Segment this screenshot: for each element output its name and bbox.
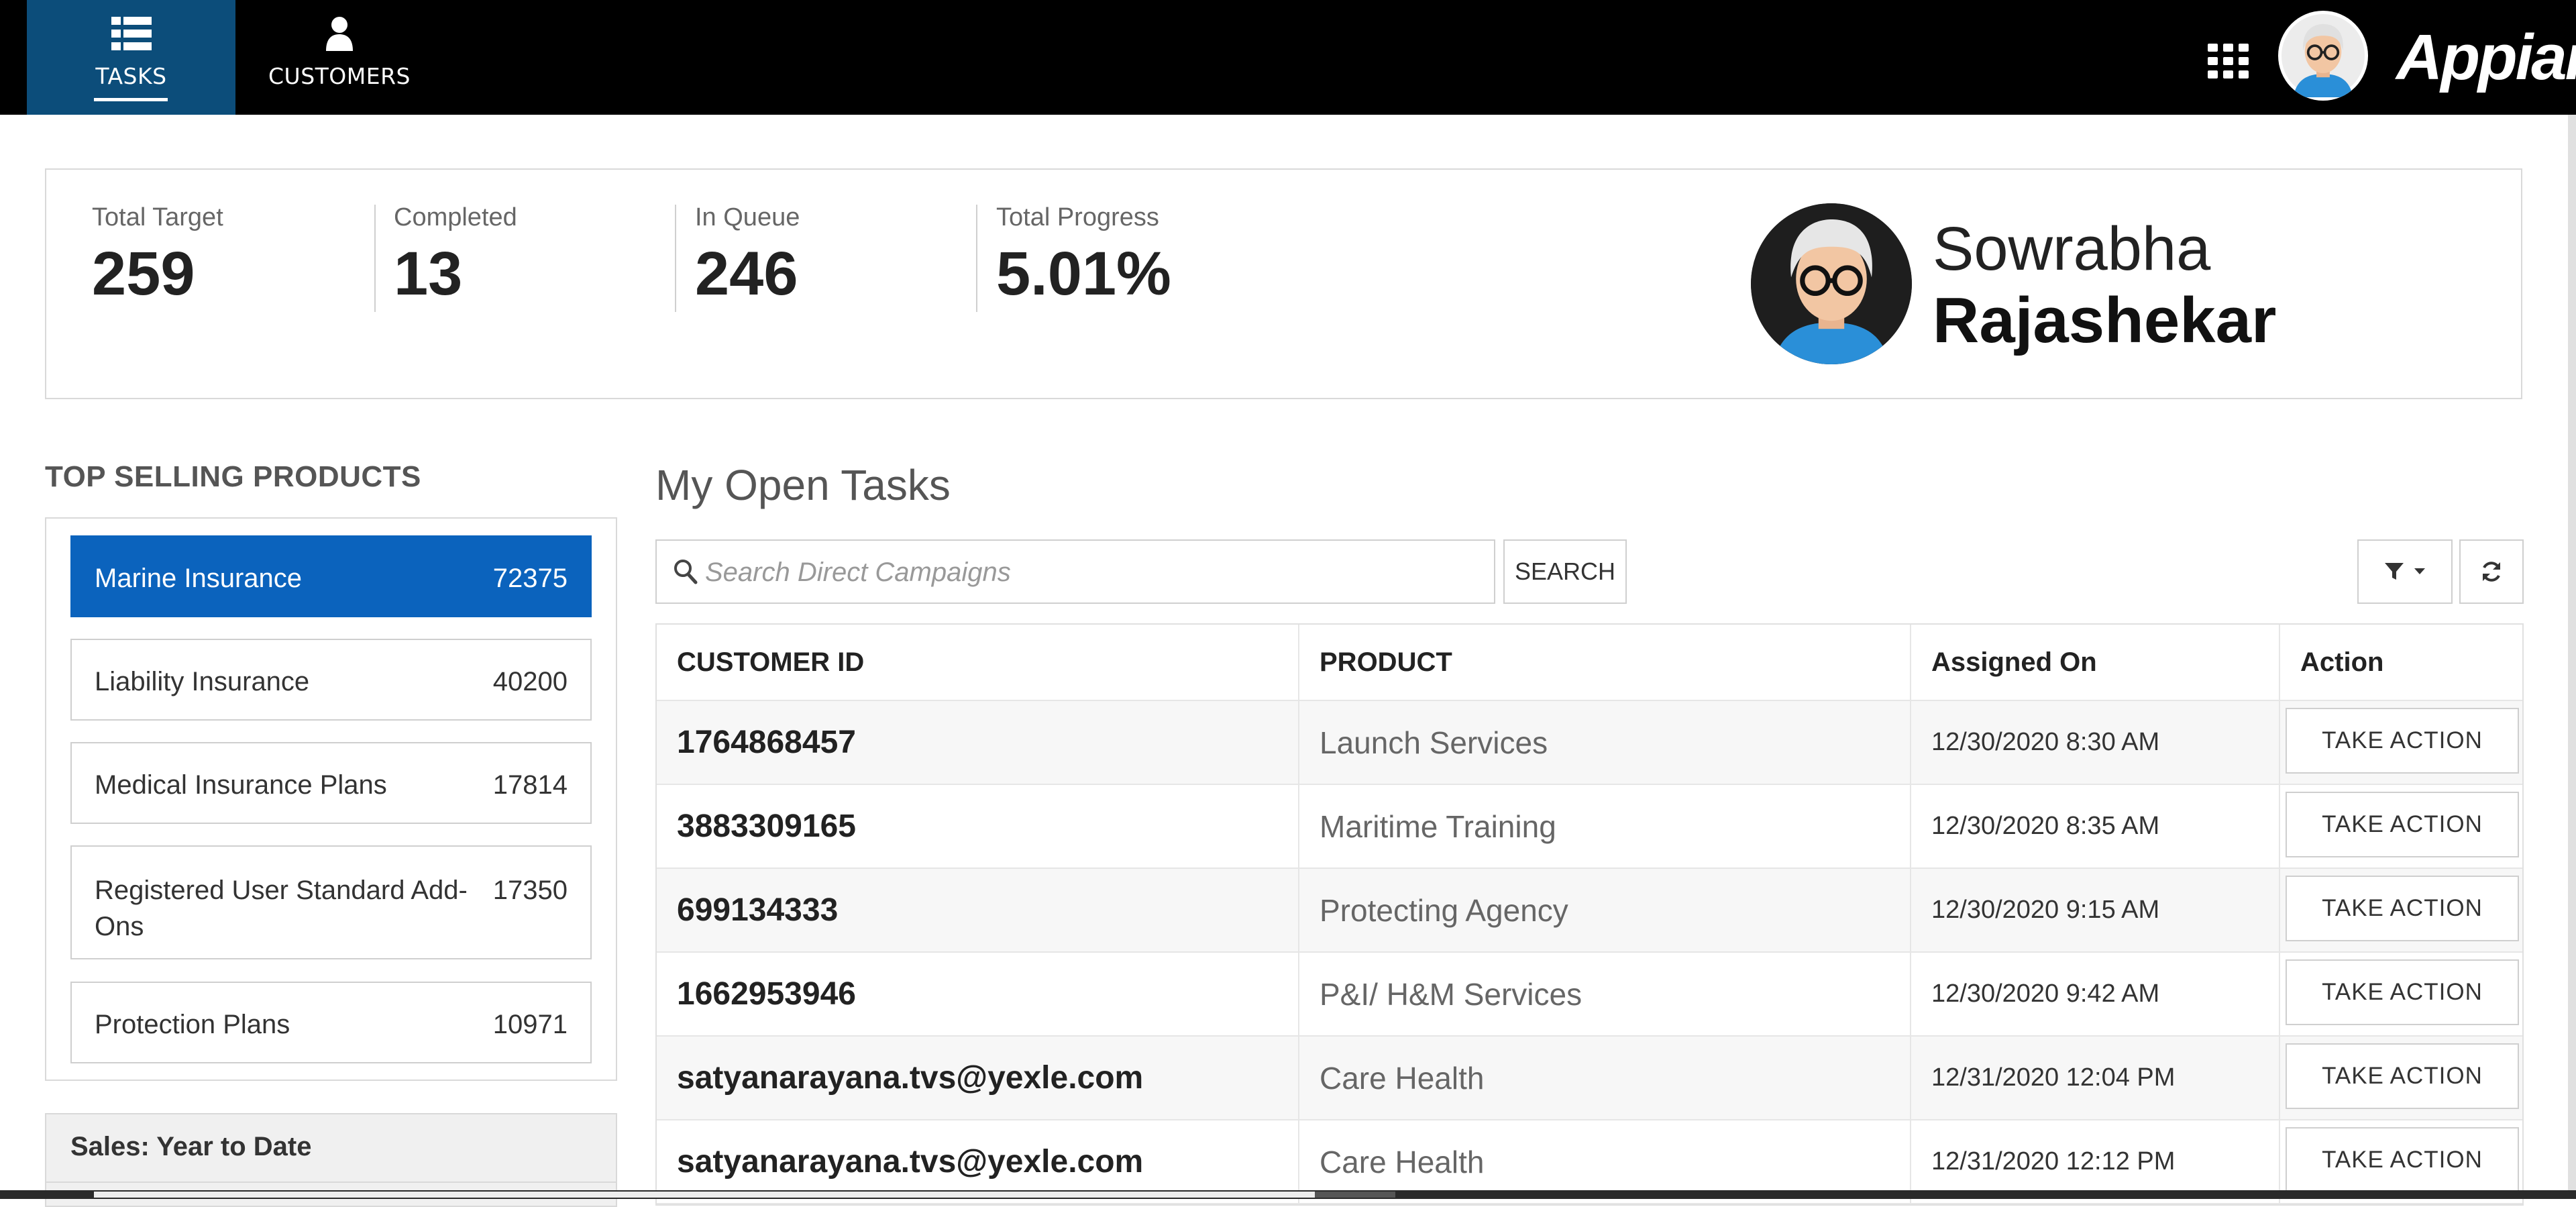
- assigned-on-cell: 12/30/2020 8:35 AM: [1911, 785, 2280, 868]
- search-button[interactable]: SEARCH: [1503, 539, 1627, 604]
- customer-id-cell: satyanarayana.tvs@yexle.com: [657, 1037, 1299, 1119]
- scrollbar-thumb[interactable]: [94, 1192, 1315, 1198]
- profile-avatar: [1751, 203, 1912, 364]
- product-value: 17350: [492, 876, 568, 905]
- take-action-button[interactable]: TAKE ACTION: [2286, 708, 2519, 774]
- active-tab-indicator: [94, 98, 168, 101]
- filter-icon: [2385, 563, 2404, 580]
- product-item-protection-plans[interactable]: Protection Plans 10971: [70, 982, 592, 1063]
- assigned-on-cell: 12/31/2020 12:04 PM: [1911, 1037, 2280, 1119]
- product-value: 40200: [492, 667, 568, 696]
- tab-customers-label: CUSTOMERS: [268, 63, 411, 89]
- product-item-medical-insurance-plans[interactable]: Medical Insurance Plans 17814: [70, 742, 592, 824]
- stat-total-progress: Total Progress 5.01%: [996, 203, 1171, 311]
- product-value: 10971: [492, 1010, 568, 1039]
- assigned-on-cell: 12/30/2020 9:15 AM: [1911, 869, 2280, 951]
- stat-total-target: Total Target 259: [92, 203, 223, 311]
- tab-tasks[interactable]: TASKS: [27, 0, 235, 115]
- horizontal-scrollbar[interactable]: [0, 1190, 2576, 1199]
- product-cell: P&I/ H&M Services: [1299, 953, 1911, 1035]
- appian-logo[interactable]: Appian: [2396, 17, 2576, 98]
- table-header-row: CUSTOMER ID PRODUCT Assigned On Action: [657, 625, 2522, 701]
- refresh-button[interactable]: [2459, 539, 2524, 604]
- take-action-button[interactable]: TAKE ACTION: [2286, 1127, 2519, 1193]
- customer-id-cell: 699134333: [657, 869, 1299, 951]
- top-selling-products-list: Marine Insurance 72375 Liability Insuran…: [45, 517, 617, 1081]
- product-name: Medical Insurance Plans: [95, 770, 387, 800]
- stat-value: 246: [695, 240, 798, 308]
- user-avatar[interactable]: [2278, 11, 2368, 101]
- stat-label: In Queue: [695, 203, 800, 231]
- stat-value: 5.01%: [996, 240, 1171, 308]
- assigned-on-cell: 12/30/2020 9:42 AM: [1911, 953, 2280, 1035]
- column-header-action: Action: [2300, 647, 2384, 677]
- take-action-button[interactable]: TAKE ACTION: [2286, 959, 2519, 1025]
- search-input[interactable]: [704, 547, 1478, 597]
- product-item-liability-insurance[interactable]: Liability Insurance 40200: [70, 639, 592, 721]
- search-icon: [673, 558, 698, 588]
- stat-divider: [976, 205, 977, 312]
- user-icon: [325, 15, 354, 52]
- open-tasks-table: CUSTOMER ID PRODUCT Assigned On Action 1…: [655, 623, 2524, 1206]
- stats-summary-card: Total Target 259 Completed 13 In Queue 2…: [45, 168, 2522, 399]
- product-name: Marine Insurance: [95, 564, 303, 593]
- sales-panel-title: Sales: Year to Date: [70, 1132, 312, 1161]
- table-row: 3883309165 Maritime Training 12/30/2020 …: [657, 785, 2522, 869]
- product-value: 72375: [492, 564, 568, 593]
- table-row: satyanarayana.tvs@yexle.com Care Health …: [657, 1037, 2522, 1120]
- tab-customers[interactable]: CUSTOMERS: [260, 0, 419, 115]
- table-row: 699134333 Protecting Agency 12/30/2020 9…: [657, 869, 2522, 953]
- tab-tasks-label: TASKS: [95, 63, 167, 89]
- customer-id-cell: 1662953946: [657, 953, 1299, 1035]
- top-selling-products-title: TOP SELLING PRODUCTS: [45, 460, 421, 493]
- stat-label: Total Target: [92, 203, 223, 231]
- assigned-on-cell: 12/30/2020 8:30 AM: [1911, 701, 2280, 784]
- product-name: Liability Insurance: [95, 667, 310, 696]
- product-cell: Launch Services: [1299, 701, 1911, 784]
- apps-grid-icon[interactable]: [2208, 44, 2249, 78]
- product-value: 17814: [492, 770, 568, 800]
- take-action-button[interactable]: TAKE ACTION: [2286, 876, 2519, 941]
- stat-value: 259: [92, 240, 195, 308]
- customer-id-cell: 3883309165: [657, 785, 1299, 868]
- product-cell: Protecting Agency: [1299, 869, 1911, 951]
- chevron-down-icon: [2414, 568, 2425, 574]
- my-open-tasks-title: My Open Tasks: [655, 461, 951, 509]
- divider: [46, 1182, 616, 1183]
- product-name: Protection Plans: [95, 1010, 290, 1039]
- stat-completed: Completed 13: [394, 203, 517, 311]
- customer-id-cell: 1764868457: [657, 701, 1299, 784]
- column-header-assigned-on[interactable]: Assigned On: [1911, 625, 2280, 700]
- column-header-customer-id[interactable]: CUSTOMER ID: [657, 625, 1299, 700]
- stat-value: 13: [394, 240, 463, 308]
- table-row: 1764868457 Launch Services 12/30/2020 8:…: [657, 701, 2522, 785]
- product-cell: Maritime Training: [1299, 785, 1911, 868]
- product-item-marine-insurance[interactable]: Marine Insurance 72375: [70, 535, 592, 617]
- take-action-button[interactable]: TAKE ACTION: [2286, 792, 2519, 857]
- search-field[interactable]: [655, 539, 1495, 604]
- profile-last-name: Rajashekar: [1933, 284, 2277, 356]
- stat-divider: [374, 205, 376, 312]
- stat-in-queue: In Queue 246: [695, 203, 800, 311]
- stat-label: Completed: [394, 203, 517, 231]
- top-nav-bar: TASKS CUSTOMERS Appian: [0, 0, 2576, 115]
- list-icon: [111, 15, 152, 52]
- scrollbar-segment: [1315, 1192, 1395, 1198]
- filter-button[interactable]: [2357, 539, 2453, 604]
- profile-first-name: Sowrabha: [1933, 215, 2211, 283]
- product-cell: Care Health: [1299, 1037, 1911, 1119]
- product-name: Registered User Standard Add-Ons: [95, 876, 468, 941]
- stat-divider: [675, 205, 676, 312]
- refresh-icon: [2483, 562, 2500, 582]
- table-row: 1662953946 P&I/ H&M Services 12/30/2020 …: [657, 953, 2522, 1037]
- take-action-button[interactable]: TAKE ACTION: [2286, 1043, 2519, 1109]
- stat-label: Total Progress: [996, 203, 1159, 231]
- vertical-scrollbar[interactable]: [2568, 115, 2576, 1190]
- product-item-registered-user-add-ons[interactable]: Registered User Standard Add-Ons 17350: [70, 845, 592, 959]
- column-header-product[interactable]: PRODUCT: [1299, 625, 1911, 700]
